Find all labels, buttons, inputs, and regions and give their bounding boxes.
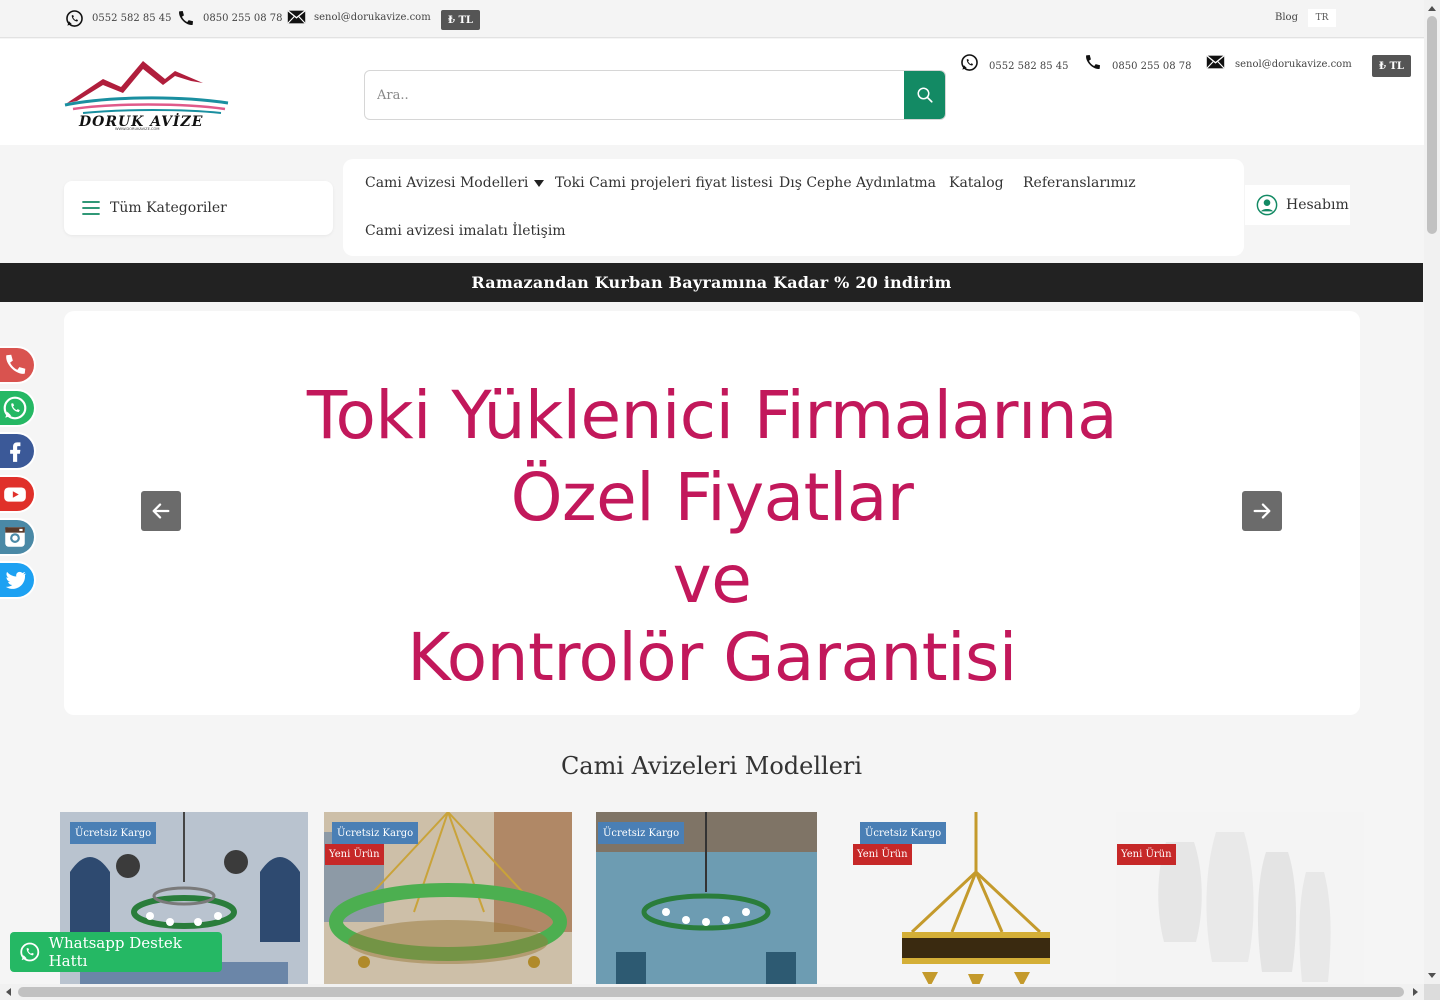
- mail-icon: [287, 10, 306, 24]
- mail-icon: [1206, 54, 1225, 69]
- topbar-whatsapp-number: 0552 582 85 45: [92, 13, 172, 24]
- product-badge-new: Yeni Ürün: [853, 844, 912, 865]
- all-categories-label: Tüm Kategoriler: [110, 200, 227, 216]
- scroll-right-icon: [1413, 988, 1418, 996]
- product-card[interactable]: Yeni Ürün: [1116, 812, 1364, 1000]
- phone-icon: [6, 354, 26, 374]
- facebook-icon: [10, 442, 21, 462]
- product-badge-new: Yeni Ürün: [1117, 844, 1176, 865]
- whatsapp-icon: [961, 54, 978, 71]
- social-instagram-button[interactable]: [0, 518, 36, 556]
- product-image: [1116, 812, 1364, 1000]
- search-input[interactable]: [365, 71, 905, 119]
- section-title: Cami Avizeleri Modelleri: [560, 752, 863, 780]
- menu-item-iletisim[interactable]: Cami avizesi imalatı İletişim: [365, 223, 566, 239]
- header-whatsapp-number: 0552 582 85 45: [989, 61, 1069, 72]
- topbar-email[interactable]: senol@dorukavize.com: [287, 9, 431, 25]
- currency-button[interactable]: ₺ TL: [441, 10, 480, 30]
- menu-item-cami-avizesi-modelleri[interactable]: Cami Avizesi Modelleri: [365, 175, 545, 191]
- whatsapp-icon: [66, 10, 83, 27]
- phone-icon: [1086, 54, 1101, 69]
- menu-item-katalog[interactable]: Katalog: [949, 175, 1004, 191]
- search-form: [364, 70, 946, 120]
- product-badge-free-shipping: Ücretsiz Kargo: [598, 822, 685, 844]
- menu-item-referanslar[interactable]: Referanslarımız: [1023, 175, 1136, 191]
- search-button[interactable]: [904, 71, 945, 119]
- header-email-address: senol@dorukavize.com: [1235, 59, 1352, 70]
- horizontal-scrollbar[interactable]: [0, 984, 1424, 1000]
- slide-line-4: Kontrolör Garantisi: [407, 619, 1017, 696]
- scroll-up-icon: [1428, 6, 1436, 11]
- vertical-scrollbar[interactable]: [1424, 0, 1440, 984]
- header: DORUK AVİZE WWW.DORUKAVIZE.COM 0552 582 …: [0, 39, 1424, 145]
- topbar-whatsapp[interactable]: 0552 582 85 45: [65, 9, 172, 28]
- topbar-phone[interactable]: 0850 255 08 78: [176, 9, 283, 28]
- arrow-right-icon: [1253, 503, 1271, 519]
- horizontal-scroll-thumb[interactable]: [18, 987, 1404, 997]
- social-youtube-button[interactable]: [0, 475, 36, 513]
- slider-prev-button[interactable]: [141, 491, 181, 531]
- scroll-down-icon: [1428, 973, 1436, 978]
- product-card[interactable]: Ücretsiz Kargo Yeni Ürün: [852, 812, 1100, 1000]
- arrow-left-icon: [152, 503, 170, 519]
- social-twitter-button[interactable]: [0, 561, 36, 599]
- slider-next-button[interactable]: [1242, 491, 1282, 531]
- whatsapp-support-button[interactable]: Whatsapp Destek Hattı: [10, 932, 222, 972]
- menu-item-dis-cephe[interactable]: Dış Cephe Aydınlatma: [779, 175, 936, 191]
- announcement-bar: Ramazandan Kurban Bayramına Kadar % 20 i…: [0, 263, 1423, 302]
- search-icon: [917, 87, 933, 103]
- slide-line-1: Toki Yüklenici Firmalarına: [306, 377, 1118, 454]
- slide-line-2: Özel Fiyatlar: [510, 459, 914, 536]
- header-currency-button[interactable]: ₺ TL: [1372, 55, 1411, 77]
- topbar-email-address: senol@dorukavize.com: [314, 11, 431, 23]
- whatsapp-icon: [3, 396, 27, 420]
- social-phone-button[interactable]: [0, 346, 36, 384]
- vertical-scroll-thumb[interactable]: [1427, 16, 1437, 234]
- main-menu: Cami Avizesi Modelleri Toki Cami projele…: [343, 159, 1244, 256]
- product-badge-free-shipping: Ücretsiz Kargo: [70, 822, 157, 844]
- caret-down-icon: [534, 179, 545, 187]
- product-card[interactable]: Ücretsiz Kargo: [596, 812, 817, 1000]
- svg-text:WWW.DORUKAVIZE.COM: WWW.DORUKAVIZE.COM: [115, 127, 159, 131]
- instagram-icon: [5, 527, 25, 547]
- user-icon: [1256, 194, 1278, 216]
- header-whatsapp[interactable]: 0552 582 85 45: [960, 53, 1069, 72]
- twitter-icon: [5, 571, 26, 589]
- logo[interactable]: DORUK AVİZE WWW.DORUKAVIZE.COM: [63, 49, 233, 131]
- language-selector[interactable]: TR: [1308, 9, 1336, 27]
- product-badge-new: Yeni Ürün: [325, 844, 384, 865]
- scrollbar-corner: [1424, 984, 1440, 1000]
- menu-item-toki-fiyat-listesi[interactable]: Toki Cami projeleri fiyat listesi: [555, 175, 773, 191]
- menu-item-label: Cami Avizesi Modelleri: [365, 175, 529, 191]
- hero-slider: Toki Yüklenici Firmalarına Özel Fiyatlar…: [64, 311, 1360, 715]
- social-whatsapp-button[interactable]: [0, 389, 36, 427]
- social-facebook-button[interactable]: [0, 432, 36, 470]
- topbar-phone-number: 0850 255 08 78: [203, 13, 283, 24]
- all-categories-button[interactable]: Tüm Kategoriler: [64, 181, 333, 235]
- youtube-icon: [4, 487, 26, 502]
- product-card[interactable]: Ücretsiz Kargo Yeni Ürün: [324, 812, 572, 1000]
- whatsapp-icon: [20, 942, 40, 962]
- scroll-left-icon: [6, 988, 11, 996]
- header-phone-number: 0850 255 08 78: [1112, 61, 1192, 72]
- logo-mountains: DORUK AVİZE WWW.DORUKAVIZE.COM: [64, 61, 229, 131]
- account-label: Hesabım: [1286, 197, 1349, 213]
- account-button[interactable]: Hesabım: [1245, 185, 1350, 225]
- blog-link[interactable]: Blog: [1275, 12, 1298, 23]
- product-badge-free-shipping: Ücretsiz Kargo: [860, 822, 947, 844]
- header-phone[interactable]: 0850 255 08 78: [1083, 53, 1192, 72]
- product-badge-free-shipping: Ücretsiz Kargo: [332, 822, 419, 844]
- whatsapp-support-label: Whatsapp Destek Hattı: [48, 934, 182, 970]
- header-email[interactable]: senol@dorukavize.com: [1206, 53, 1352, 70]
- slide-line-3: ve: [672, 541, 752, 618]
- hamburger-icon: [82, 201, 100, 215]
- phone-icon: [179, 10, 194, 25]
- top-bar: 0552 582 85 45 0850 255 08 78 senol@doru…: [0, 0, 1424, 38]
